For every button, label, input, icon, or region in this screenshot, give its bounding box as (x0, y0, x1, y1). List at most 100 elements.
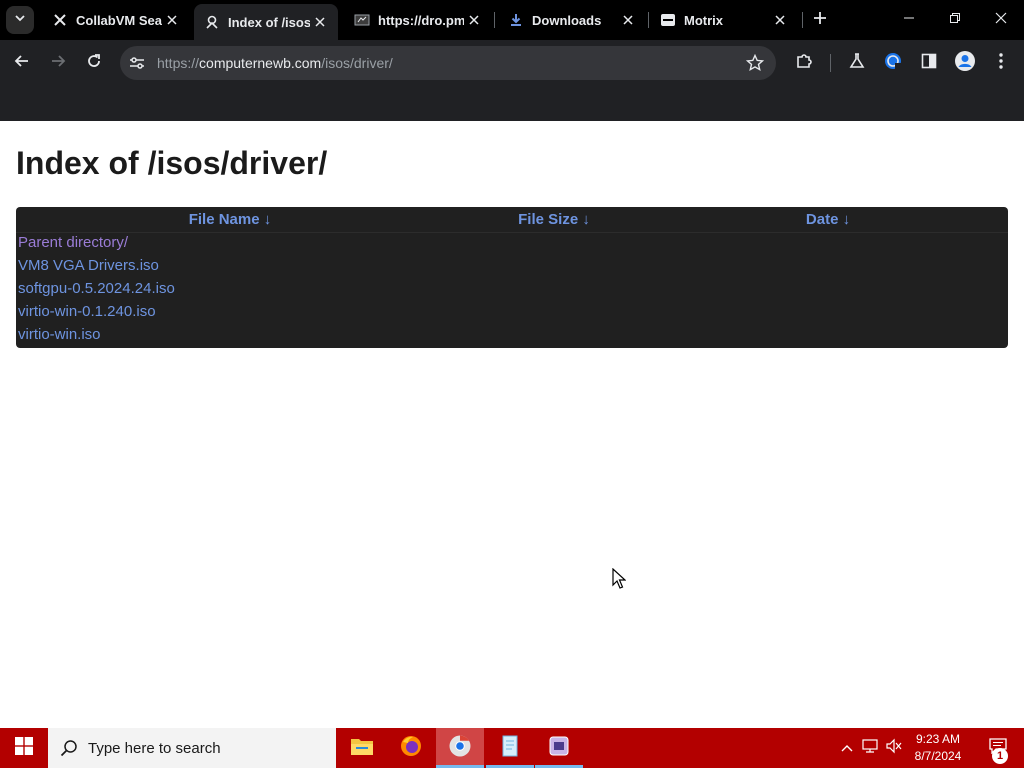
page-title: Index of /isos/driver/ (16, 145, 328, 181)
network-button[interactable] (860, 728, 880, 768)
side-panel-icon (921, 53, 937, 74)
chevron-up-icon (841, 739, 853, 757)
system-clock[interactable]: 9:23 AM 8/7/2024 (906, 731, 970, 765)
back-button[interactable] (9, 50, 35, 76)
minimize-button[interactable] (886, 0, 932, 40)
tab-title: https://dro.pm (378, 12, 464, 28)
dropm-icon (354, 12, 370, 28)
back-arrow-icon (14, 53, 30, 74)
notepad-icon (500, 734, 520, 763)
file-link[interactable]: virtio-win-0.1.240.iso (18, 303, 156, 320)
labs-button[interactable] (844, 50, 870, 76)
mouse-cursor-icon (612, 567, 627, 590)
tab-dropm[interactable]: https://dro.pm (344, 4, 492, 36)
file-link[interactable]: softgpu-0.5.2024.24.iso (18, 280, 175, 297)
network-icon (861, 738, 879, 759)
address-bar[interactable]: https://computernewb.com/isos/driver/ (120, 46, 776, 80)
clock-date: 8/7/2024 (914, 749, 962, 763)
url-text: https://computernewb.com/isos/driver/ (157, 55, 393, 71)
extensions-button[interactable] (791, 50, 817, 76)
close-tab-icon[interactable] (770, 10, 790, 30)
search-placeholder: Type here to search (88, 740, 221, 757)
file-explorer-icon (350, 736, 374, 761)
url-path: /isos/driver/ (321, 55, 393, 71)
menu-button[interactable] (988, 50, 1014, 76)
restore-icon (949, 11, 961, 29)
sort-arrow-icon: ↓ (263, 211, 272, 228)
profile-avatar-icon (954, 50, 976, 77)
close-window-button[interactable] (978, 0, 1024, 40)
start-button[interactable] (0, 728, 48, 768)
taskbar-virtualbox[interactable] (535, 728, 583, 768)
column-header-file-size[interactable]: File Size ↓ (504, 211, 604, 228)
tab-title: CollabVM Sear (76, 12, 162, 28)
flask-icon (848, 52, 866, 75)
close-tab-icon[interactable] (162, 10, 182, 30)
site-info-icon[interactable] (128, 54, 146, 72)
bookmark-star-icon[interactable] (745, 53, 765, 72)
extension-button[interactable] (880, 50, 906, 76)
column-label: File Name (188, 211, 260, 228)
table-row: VM8 VGA Drivers.iso (16, 255, 1008, 278)
new-tab-button[interactable] (808, 8, 832, 32)
url-scheme: https:// (157, 55, 200, 71)
tab-title: Downloads (532, 12, 602, 28)
tab-separator (494, 12, 495, 28)
file-link[interactable]: VM8 VGA Drivers.iso (18, 257, 159, 274)
chrome-icon (448, 734, 472, 763)
clock-time: 9:23 AM (915, 732, 961, 746)
table-row: softgpu-0.5.2024.24.iso (16, 278, 1008, 301)
forward-button[interactable] (45, 50, 71, 76)
profile-button[interactable] (952, 50, 978, 76)
virtualbox-icon (548, 735, 570, 762)
tab-downloads[interactable]: Downloads (498, 4, 646, 36)
bookmark-bar (0, 86, 1024, 121)
file-link[interactable]: virtio-win.iso (18, 326, 101, 343)
file-link[interactable]: Parent directory/ (18, 234, 128, 251)
taskbar-search-box[interactable]: Type here to search (48, 728, 336, 768)
tab-search-button[interactable] (6, 6, 34, 34)
side-panel-button[interactable] (916, 50, 942, 76)
file-listing-table: File Name ↓ File Size ↓ Date ↓ Parent di… (16, 207, 1008, 348)
volume-button[interactable] (884, 728, 904, 768)
plus-icon (813, 11, 827, 30)
close-tab-icon[interactable] (618, 10, 638, 30)
tab-collabvm[interactable]: CollabVM Sear (42, 4, 190, 36)
column-label: Date (805, 211, 839, 228)
sort-arrow-icon: ↓ (842, 211, 851, 228)
index-icon (204, 14, 220, 30)
tab-separator (648, 12, 649, 28)
table-header: File Name ↓ File Size ↓ Date ↓ (16, 207, 1008, 233)
windows-logo-icon (15, 736, 33, 760)
notification-count-badge: 1 (992, 748, 1008, 764)
globe-refresh-icon (883, 51, 903, 76)
reload-button[interactable] (81, 50, 107, 76)
table-row: virtio-win-0.1.240.iso (16, 301, 1008, 324)
taskbar-chrome[interactable] (436, 728, 484, 768)
close-tab-icon[interactable] (310, 12, 330, 32)
tab-index[interactable]: Index of /isos/ (194, 4, 338, 40)
url-host: computernewb.com (199, 55, 322, 71)
download-icon (508, 12, 524, 28)
more-vert-icon (998, 52, 1004, 75)
tab-title: Motrix (684, 12, 723, 28)
column-header-file-name[interactable]: File Name ↓ (180, 211, 280, 228)
forward-arrow-icon (50, 53, 66, 74)
sort-arrow-icon: ↓ (582, 211, 590, 228)
taskbar-file-explorer[interactable] (338, 728, 386, 768)
firefox-icon (399, 734, 423, 763)
volume-muted-icon (885, 738, 903, 759)
table-row: virtio-win.iso (16, 324, 1008, 347)
collabvm-icon (52, 12, 68, 28)
column-header-date[interactable]: Date ↓ (798, 211, 858, 228)
taskbar-notepad[interactable] (486, 728, 534, 768)
tab-motrix[interactable]: Motrix (650, 4, 798, 36)
close-tab-icon[interactable] (464, 10, 484, 30)
restore-button[interactable] (932, 0, 978, 40)
taskbar-firefox[interactable] (387, 728, 435, 768)
show-hidden-icons-button[interactable] (838, 728, 856, 768)
browser-toolbar: https://computernewb.com/isos/driver/ (0, 40, 1024, 86)
taskbar: Type here to search 9:23 AM 8/7/2024 1 (0, 728, 1024, 768)
motrix-icon (660, 12, 676, 28)
page-content: Index of /isos/driver/ File Name ↓ File … (0, 121, 1024, 728)
